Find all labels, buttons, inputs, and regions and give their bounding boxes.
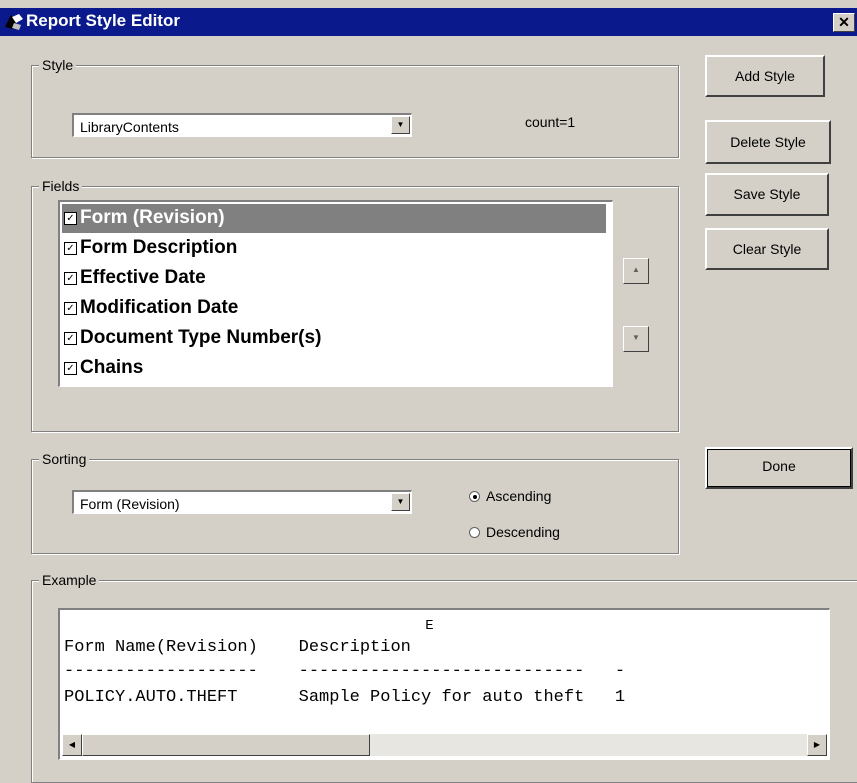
horizontal-scrollbar[interactable]: ◀ ▶ [62,734,827,756]
sorting-legend: Sorting [39,451,90,467]
fields-list[interactable]: ✓ Form (Revision) ✓ Form Description ✓ E… [58,200,613,387]
down-arrow-icon: ▼ [632,333,640,342]
field-item-effective-date[interactable]: ✓ Effective Date [62,264,606,293]
move-down-button[interactable]: ▼ [623,326,649,352]
close-icon: ✕ [838,14,850,30]
field-label: Form (Revision) [80,207,225,228]
example-header-overflow: E [64,618,434,634]
checkbox[interactable]: ✓ [64,212,77,225]
field-label: Effective Date [80,267,206,288]
done-label: Done [762,458,796,474]
field-label: Document Type Number(s) [80,327,322,348]
descending-radio[interactable] [469,527,480,538]
app-icon [5,14,23,30]
example-legend: Example [39,572,100,588]
field-item-modification-date[interactable]: ✓ Modification Date [62,294,606,323]
style-legend: Style [39,57,77,73]
example-column-headers: Form Name(Revision) Description [64,638,411,657]
style-select[interactable]: LibraryContents ▼ [72,113,412,137]
ascending-radio[interactable] [469,491,480,502]
clear-style-button[interactable]: Clear Style [705,228,829,270]
dropdown-arrow-icon[interactable]: ▼ [391,116,410,134]
scroll-thumb[interactable] [82,734,370,756]
field-item-document-type-numbers[interactable]: ✓ Document Type Number(s) [62,324,606,353]
field-item-form-description[interactable]: ✓ Form Description [62,234,606,263]
checkbox[interactable]: ✓ [64,272,77,285]
scroll-right-icon: ▶ [813,740,821,749]
checkbox[interactable]: ✓ [64,242,77,255]
save-style-button[interactable]: Save Style [705,173,829,216]
sort-field-select[interactable]: Form (Revision) ▼ [72,490,412,514]
field-label: Form Description [80,237,238,258]
example-data-row: POLICY.AUTO.THEFT Sample Policy for auto… [64,688,626,707]
count-label: count=1 [525,114,576,130]
up-arrow-icon: ▲ [632,265,640,274]
checkbox[interactable]: ✓ [64,302,77,315]
checkbox[interactable]: ✓ [64,362,77,375]
title-bar[interactable]: Report Style Editor ✕ [0,8,857,36]
delete-style-button[interactable]: Delete Style [705,120,831,164]
add-style-button[interactable]: Add Style [705,55,825,97]
field-label: Chains [80,357,144,378]
descending-label: Descending [486,524,560,540]
add-style-label: Add Style [735,68,795,84]
close-button[interactable]: ✕ [833,13,855,32]
sort-field-value: Form (Revision) [80,496,180,512]
ascending-label: Ascending [486,488,552,504]
fields-legend: Fields [39,178,83,194]
field-label: Modification Date [80,297,239,318]
example-separator: ------------------- --------------------… [64,662,626,681]
style-select-value: LibraryContents [80,119,179,135]
scroll-left-button[interactable]: ◀ [62,734,82,756]
scroll-left-icon: ◀ [68,740,76,749]
scroll-right-button[interactable]: ▶ [807,734,827,756]
report-style-editor-dialog: Report Style Editor ✕ Style LibraryConte… [0,0,857,783]
done-button[interactable]: Done [705,447,853,489]
field-item-form-revision[interactable]: ✓ Form (Revision) [62,204,606,233]
style-group: Style [31,57,679,158]
checkbox[interactable]: ✓ [64,332,77,345]
clear-style-label: Clear Style [732,241,802,257]
save-style-label: Save Style [733,186,801,202]
window-title: Report Style Editor [26,11,180,30]
delete-style-label: Delete Style [730,134,806,150]
example-preview: E Form Name(Revision) Description ------… [58,608,830,760]
move-up-button[interactable]: ▲ [623,258,649,284]
dropdown-arrow-icon[interactable]: ▼ [391,493,410,511]
field-item-chains[interactable]: ✓ Chains [62,354,606,383]
